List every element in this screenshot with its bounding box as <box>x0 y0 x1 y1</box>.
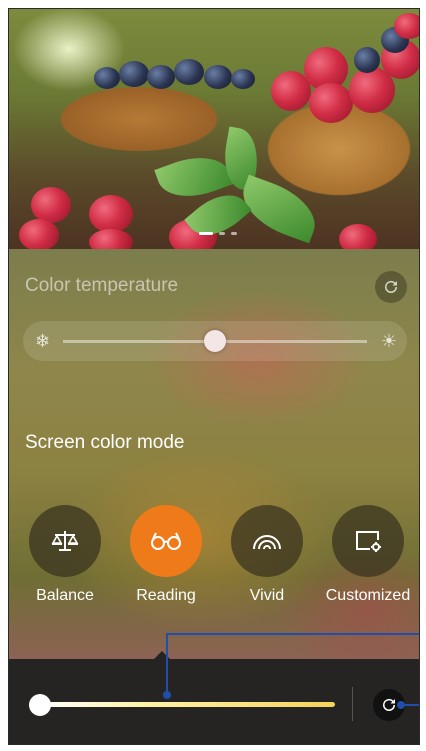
mode-vivid-circle[interactable] <box>231 505 303 577</box>
screen-color-mode-title: Screen color mode <box>25 432 185 453</box>
color-temperature-reset-button[interactable] <box>375 271 407 303</box>
glasses-icon <box>151 532 181 550</box>
display-settings-panel: Color temperature ❄ ☀ Screen color mode <box>9 249 419 659</box>
mode-balance-circle[interactable] <box>29 505 101 577</box>
scale-icon <box>51 531 79 551</box>
mode-reading-circle[interactable] <box>130 505 202 577</box>
reading-level-slider[interactable] <box>39 702 335 707</box>
refresh-icon <box>385 281 397 293</box>
color-temperature-slider[interactable]: ❄ ☀ <box>23 321 407 361</box>
color-mode-options: Balance Reading Vivid Customized <box>9 505 419 615</box>
mode-label: Balance <box>36 587 94 604</box>
reading-level-thumb[interactable] <box>29 694 51 716</box>
mode-balance[interactable]: Balance <box>15 505 115 605</box>
color-temperature-title: Color temperature <box>25 275 179 296</box>
refresh-icon <box>383 699 395 711</box>
preview-photo <box>9 9 419 255</box>
mode-label: Vivid <box>249 587 285 604</box>
color-temperature-thumb[interactable] <box>204 330 226 352</box>
bar-pointer <box>154 651 170 659</box>
mode-label: Customized <box>325 587 411 604</box>
reading-level-reset-button[interactable] <box>373 689 405 721</box>
page-indicator <box>199 232 237 235</box>
mode-reading[interactable]: Reading <box>116 505 216 605</box>
sun-icon: ☀ <box>380 331 397 351</box>
reading-level-bar <box>9 659 419 744</box>
mode-customized[interactable]: Customized <box>318 505 418 605</box>
divider <box>352 687 353 721</box>
custom-display-icon <box>356 531 381 552</box>
mode-label: Reading <box>136 587 196 604</box>
rainbow-icon <box>253 535 281 550</box>
mode-vivid[interactable]: Vivid <box>217 505 317 605</box>
snowflake-icon: ❄ <box>35 331 51 351</box>
mode-customized-circle[interactable] <box>332 505 404 577</box>
screen: Color temperature ❄ ☀ Screen color mode <box>8 8 420 745</box>
